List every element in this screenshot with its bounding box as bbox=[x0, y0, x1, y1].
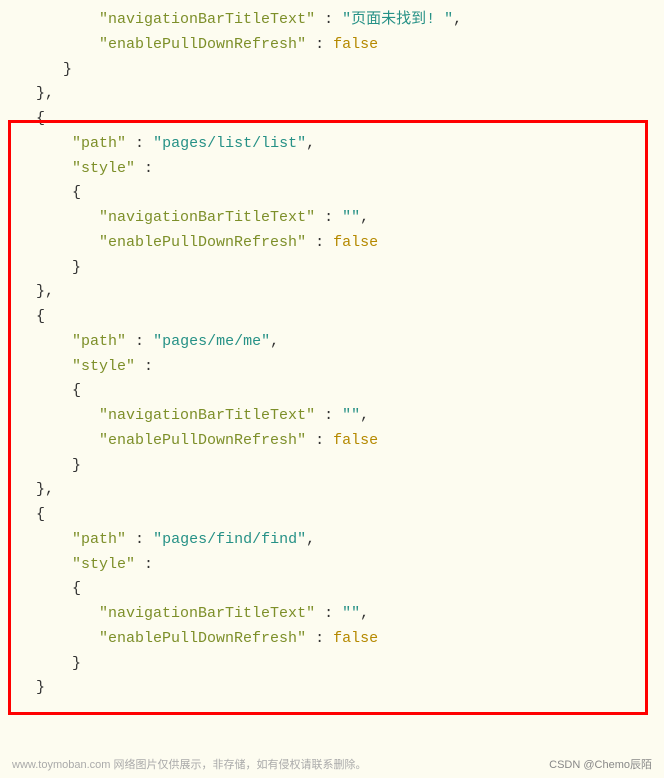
json-key: "enablePullDownRefresh" bbox=[99, 630, 306, 647]
json-bool: false bbox=[333, 630, 378, 647]
json-key: "style" bbox=[72, 160, 135, 177]
json-string: "页面未找到! " bbox=[342, 11, 453, 28]
json-string: "" bbox=[342, 605, 360, 622]
json-key: "path" bbox=[72, 531, 126, 548]
json-string: "" bbox=[342, 407, 360, 424]
json-key: "style" bbox=[72, 556, 135, 573]
json-string: "pages/list/list" bbox=[153, 135, 306, 152]
json-key: "navigationBarTitleText" bbox=[99, 407, 315, 424]
json-key: "enablePullDownRefresh" bbox=[99, 234, 306, 251]
json-key: "navigationBarTitleText" bbox=[99, 11, 315, 28]
json-string: "pages/find/find" bbox=[153, 531, 306, 548]
json-key: "enablePullDownRefresh" bbox=[99, 432, 306, 449]
json-bool: false bbox=[333, 234, 378, 251]
json-string: "pages/me/me" bbox=[153, 333, 270, 350]
footer-right-text: CSDN @Chemo辰陌 bbox=[549, 756, 652, 774]
json-string: "" bbox=[342, 209, 360, 226]
footer-left-text: www.toymoban.com 网络图片仅供展示，非存储，如有侵权请联系删除。 bbox=[12, 756, 366, 774]
json-key: "path" bbox=[72, 135, 126, 152]
json-key: "enablePullDownRefresh" bbox=[99, 36, 306, 53]
json-key: "navigationBarTitleText" bbox=[99, 209, 315, 226]
code-block: "navigationBarTitleText" : "页面未找到! ", "e… bbox=[0, 8, 664, 701]
json-key: "navigationBarTitleText" bbox=[99, 605, 315, 622]
json-key: "path" bbox=[72, 333, 126, 350]
json-key: "style" bbox=[72, 358, 135, 375]
json-bool: false bbox=[333, 36, 378, 53]
json-bool: false bbox=[333, 432, 378, 449]
